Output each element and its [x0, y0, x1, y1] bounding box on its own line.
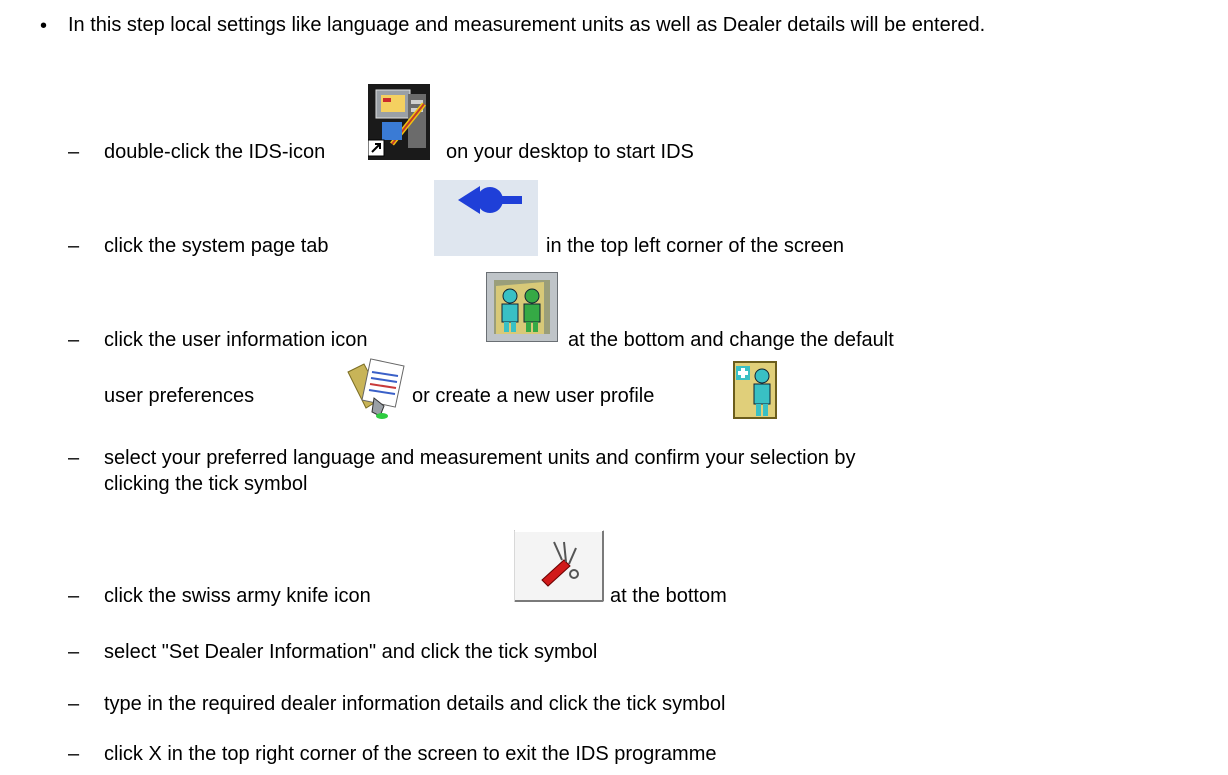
ids-desktop-icon — [368, 84, 430, 160]
step8-text: click X in the top right corner of the s… — [104, 743, 717, 765]
step5-text-before: click the swiss army knife icon — [104, 585, 371, 607]
step5-text-after: at the bottom — [610, 585, 727, 607]
step3-text-after: at the bottom and change the default — [568, 329, 894, 351]
step-dash: – — [68, 329, 80, 351]
intro-bullet: • — [40, 15, 48, 37]
step1-text-before: double-click the IDS-icon — [104, 141, 326, 163]
step3b-text-before: user preferences — [104, 385, 255, 407]
user-information-icon — [486, 272, 558, 342]
intro-paragraph: In this step local settings like languag… — [68, 14, 986, 36]
step2-text-after: in the top left corner of the screen — [546, 235, 844, 257]
new-user-profile-icon — [733, 361, 777, 419]
step-dash: – — [68, 693, 80, 715]
step7-text: type in the required dealer information … — [104, 693, 726, 715]
step6-text: select "Set Dealer Information" and clic… — [104, 641, 598, 663]
user-preferences-icon — [347, 358, 405, 419]
step-dash: – — [68, 447, 80, 469]
swiss-army-knife-icon — [514, 530, 604, 602]
step3b-text-middle: or create a new user profile — [412, 385, 655, 407]
system-page-tab-icon — [434, 180, 538, 256]
step-dash: – — [68, 235, 80, 257]
step4-text-line2: clicking the tick symbol — [104, 473, 308, 495]
step3-text-before: click the user information icon — [104, 329, 368, 351]
step-dash: – — [68, 585, 80, 607]
step1-text-after: on your desktop to start IDS — [446, 141, 694, 163]
step-dash: – — [68, 641, 80, 663]
step-dash: – — [68, 141, 80, 163]
step4-text-line1: select your preferred language and measu… — [104, 447, 856, 469]
step-dash: – — [68, 743, 80, 765]
step2-text-before: click the system page tab — [104, 235, 329, 257]
